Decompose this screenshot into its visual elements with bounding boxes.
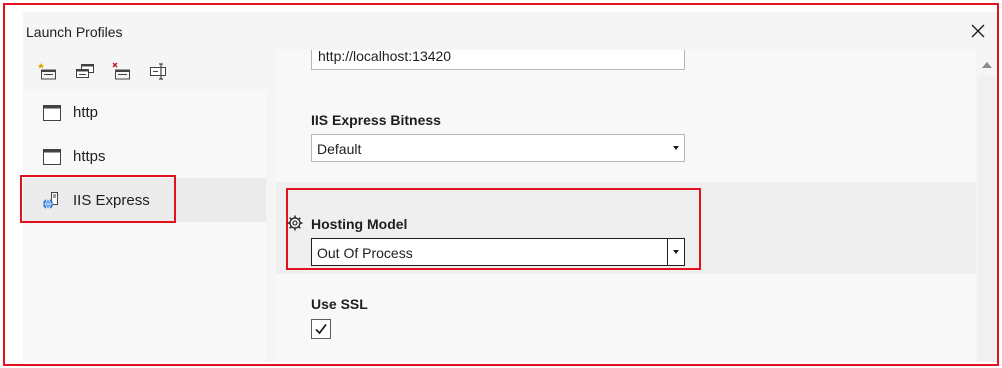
iis-express-icon bbox=[43, 192, 58, 210]
dialog-title: Launch Profiles bbox=[26, 24, 123, 40]
profile-label: https bbox=[73, 147, 106, 165]
chevron-down-icon bbox=[668, 135, 684, 161]
hosting-model-label: Hosting Model bbox=[311, 216, 408, 232]
window-icon bbox=[43, 105, 61, 121]
use-ssl-label: Use SSL bbox=[311, 296, 368, 312]
delete-profile-button[interactable] bbox=[110, 59, 134, 83]
close-icon bbox=[971, 24, 985, 38]
profile-list: http https IIS Express bbox=[20, 90, 266, 362]
new-profile-icon bbox=[38, 63, 56, 80]
gear-icon bbox=[287, 215, 303, 231]
profile-label: IIS Express bbox=[73, 191, 150, 209]
settings-scrollbar[interactable] bbox=[976, 50, 998, 362]
new-profile-button[interactable] bbox=[36, 59, 60, 83]
copy-profile-icon bbox=[76, 64, 94, 78]
close-button[interactable] bbox=[965, 18, 991, 44]
url-input[interactable]: http://localhost:13420 bbox=[311, 50, 685, 70]
profiles-panel: http https IIS Express bbox=[20, 50, 266, 362]
scroll-up-icon[interactable] bbox=[982, 62, 992, 68]
bitness-label: IIS Express Bitness bbox=[311, 112, 441, 128]
launch-profiles-dialog: Launch Profiles http https IIS Express h… bbox=[20, 12, 998, 362]
bitness-value: Default bbox=[317, 141, 362, 157]
profile-item-iis-express[interactable]: IIS Express bbox=[20, 175, 266, 223]
rename-profile-icon bbox=[150, 63, 166, 80]
profiles-toolbar bbox=[36, 58, 171, 84]
hosting-model-value: Out Of Process bbox=[317, 245, 413, 261]
use-ssl-checkbox[interactable] bbox=[311, 319, 331, 339]
profile-item-http[interactable]: http bbox=[23, 90, 266, 134]
profile-settings-panel: http://localhost:13420 IIS Express Bitne… bbox=[276, 50, 976, 362]
hosting-model-select[interactable]: Out Of Process bbox=[311, 238, 685, 266]
rename-profile-button[interactable] bbox=[147, 59, 171, 83]
chevron-down-icon bbox=[667, 239, 684, 265]
profile-item-https[interactable]: https bbox=[23, 134, 266, 178]
delete-profile-icon bbox=[112, 62, 130, 80]
bitness-select[interactable]: Default bbox=[311, 134, 685, 162]
copy-profile-button[interactable] bbox=[73, 59, 97, 83]
scroll-thumb[interactable] bbox=[978, 76, 996, 362]
title-bar: Launch Profiles bbox=[23, 12, 998, 50]
profile-label: http bbox=[73, 103, 99, 121]
checkmark-icon bbox=[315, 323, 327, 335]
window-icon bbox=[43, 149, 61, 165]
